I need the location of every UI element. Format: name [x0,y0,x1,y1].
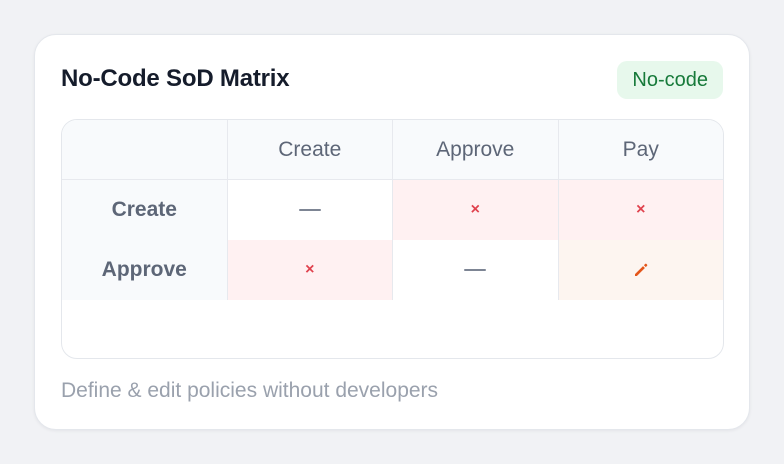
conflict-x-icon: × [470,201,480,218]
sod-matrix-table: Create Approve Pay Create × × Approve × [61,119,724,359]
column-header-label: Pay [622,137,659,161]
matrix-corner-cell [62,120,228,180]
card-footer-text: Define & edit policies without developer… [61,379,439,402]
column-header-pay: Pay [558,120,723,180]
matrix-cell-create-pay[interactable]: × [558,180,723,240]
column-header-approve: Approve [393,120,559,180]
conflict-x-icon: × [636,201,646,218]
matrix-cell-approve-pay[interactable] [558,240,723,300]
conflict-x-icon: × [305,261,315,278]
column-header-label: Approve [436,137,515,161]
row-header-label: Create [111,198,177,221]
column-header-label: Create [278,137,342,161]
sod-matrix-card: No-Code SoD Matrix No-code Create Approv… [34,34,750,430]
matrix-cell-approve-approve[interactable] [393,240,559,300]
column-header-create: Create [227,120,393,180]
matrix-cell-approve-create[interactable]: × [227,240,393,300]
matrix-header-row: Create Approve Pay [62,120,723,180]
matrix-cell-create-approve[interactable]: × [393,180,559,240]
matrix-row-create: Create × × [62,180,723,240]
dash-icon [298,209,321,211]
matrix-cell-create-create[interactable] [227,180,393,240]
no-code-badge: No-code [617,61,723,99]
dash-icon [464,269,487,271]
pencil-icon [634,263,648,276]
row-header-create: Create [62,180,228,240]
row-header-approve: Approve [62,240,228,300]
row-header-label: Approve [101,258,187,281]
card-title: No-Code SoD Matrix [61,65,290,92]
matrix-row-approve: Approve × [62,240,723,300]
